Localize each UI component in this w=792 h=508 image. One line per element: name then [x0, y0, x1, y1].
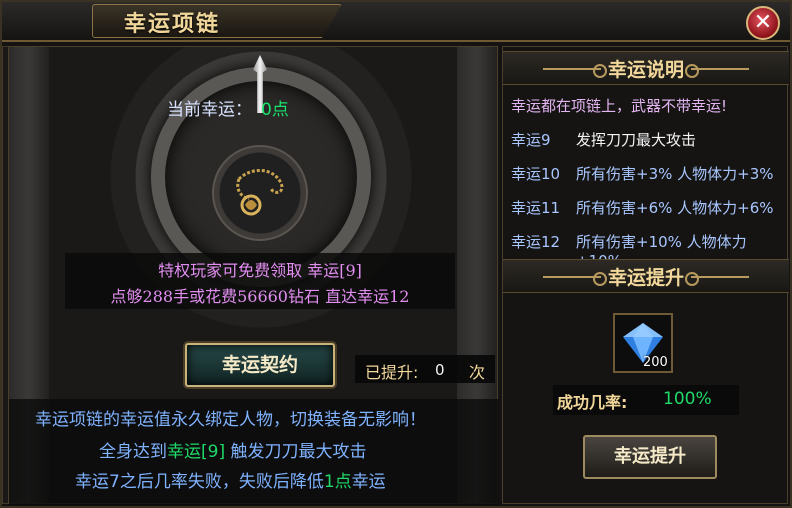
lucky-upgrade-button[interactable]: 幸运提升 — [583, 435, 717, 479]
necklace-icon — [236, 169, 284, 216]
info-line-3: 幸运7之后几率失败，失败后降低1点幸运 — [75, 467, 386, 492]
lucky-row-value: 发挥刀刀最大攻击 — [576, 131, 697, 149]
info-line-3-post: 幸运 — [351, 472, 386, 492]
gem-count: 200 — [643, 355, 668, 370]
lucky-row-value: 所有伤害+3% 人物体力+3% — [576, 165, 774, 183]
info-line-2-post: 触发刀刀最大攻击 — [225, 442, 367, 462]
success-rate-label: 成功几率: — [557, 393, 628, 412]
info-line-2-highlight: 幸运[9] — [167, 442, 226, 462]
raised-count-label: 已提升: — [365, 363, 419, 382]
explain-title: 幸运说明 — [607, 59, 684, 81]
info-line-3-pre: 幸运7之后几率失败，失败后降低 — [75, 472, 324, 492]
raised-count-unit: 次 — [469, 363, 486, 382]
success-rate-value: 100% — [663, 389, 712, 409]
close-button[interactable]: ✕ — [746, 6, 780, 40]
info-line-2: 全身达到幸运[9] 触发刀刀最大攻击 — [99, 437, 367, 462]
current-lucky-label: 当前幸运： — [167, 100, 252, 120]
title-bar: 幸运项链 ✕ — [2, 2, 790, 504]
raised-count-value: 0 — [435, 361, 445, 379]
explain-description: 幸运都在项链上，武器不带幸运! — [511, 97, 728, 115]
close-icon: ✕ — [753, 10, 773, 35]
lucky-row-key: 幸运11 — [511, 199, 561, 217]
lucky-contract-button[interactable]: 幸运契约 — [185, 343, 335, 387]
lucky-row-value: 所有伤害+6% 人物体力+6% — [576, 199, 774, 217]
upgrade-title: 幸运提升 — [607, 267, 684, 289]
left-panel: 当前幸运： 0点 特权玩家可免费领取 幸运[9] 点够288手或花费56660钻… — [8, 46, 499, 505]
info-line-2-pre: 全身达到 — [99, 442, 167, 462]
privilege-notice-line2: 点够288手或花费56660钻石 直达幸运12 — [110, 287, 410, 306]
privilege-notice-line1: 特权玩家可免费领取 幸运[9] — [158, 261, 362, 280]
lucky-row-key: 幸运10 — [511, 165, 561, 183]
info-line-3-highlight: 1点 — [323, 472, 352, 492]
current-lucky-value: 0点 — [261, 100, 289, 120]
lucky-row-key: 幸运9 — [511, 131, 551, 149]
right-panel: 幸运说明 幸运都在项链上，武器不带幸运! 幸运9 发挥刀刀最大攻击 幸运10 所… — [502, 46, 789, 504]
lucky-row-key: 幸运12 — [511, 233, 561, 251]
window-title: 幸运项链 — [124, 11, 221, 37]
info-line-1: 幸运项链的幸运值永久绑定人物，切换装备无影响！ — [35, 410, 426, 430]
lucky-necklace-window: 幸运项链 ✕ 当前幸运： 0点 特权玩家可免费领取 幸运[9] 点够288手或花… — [0, 0, 792, 508]
